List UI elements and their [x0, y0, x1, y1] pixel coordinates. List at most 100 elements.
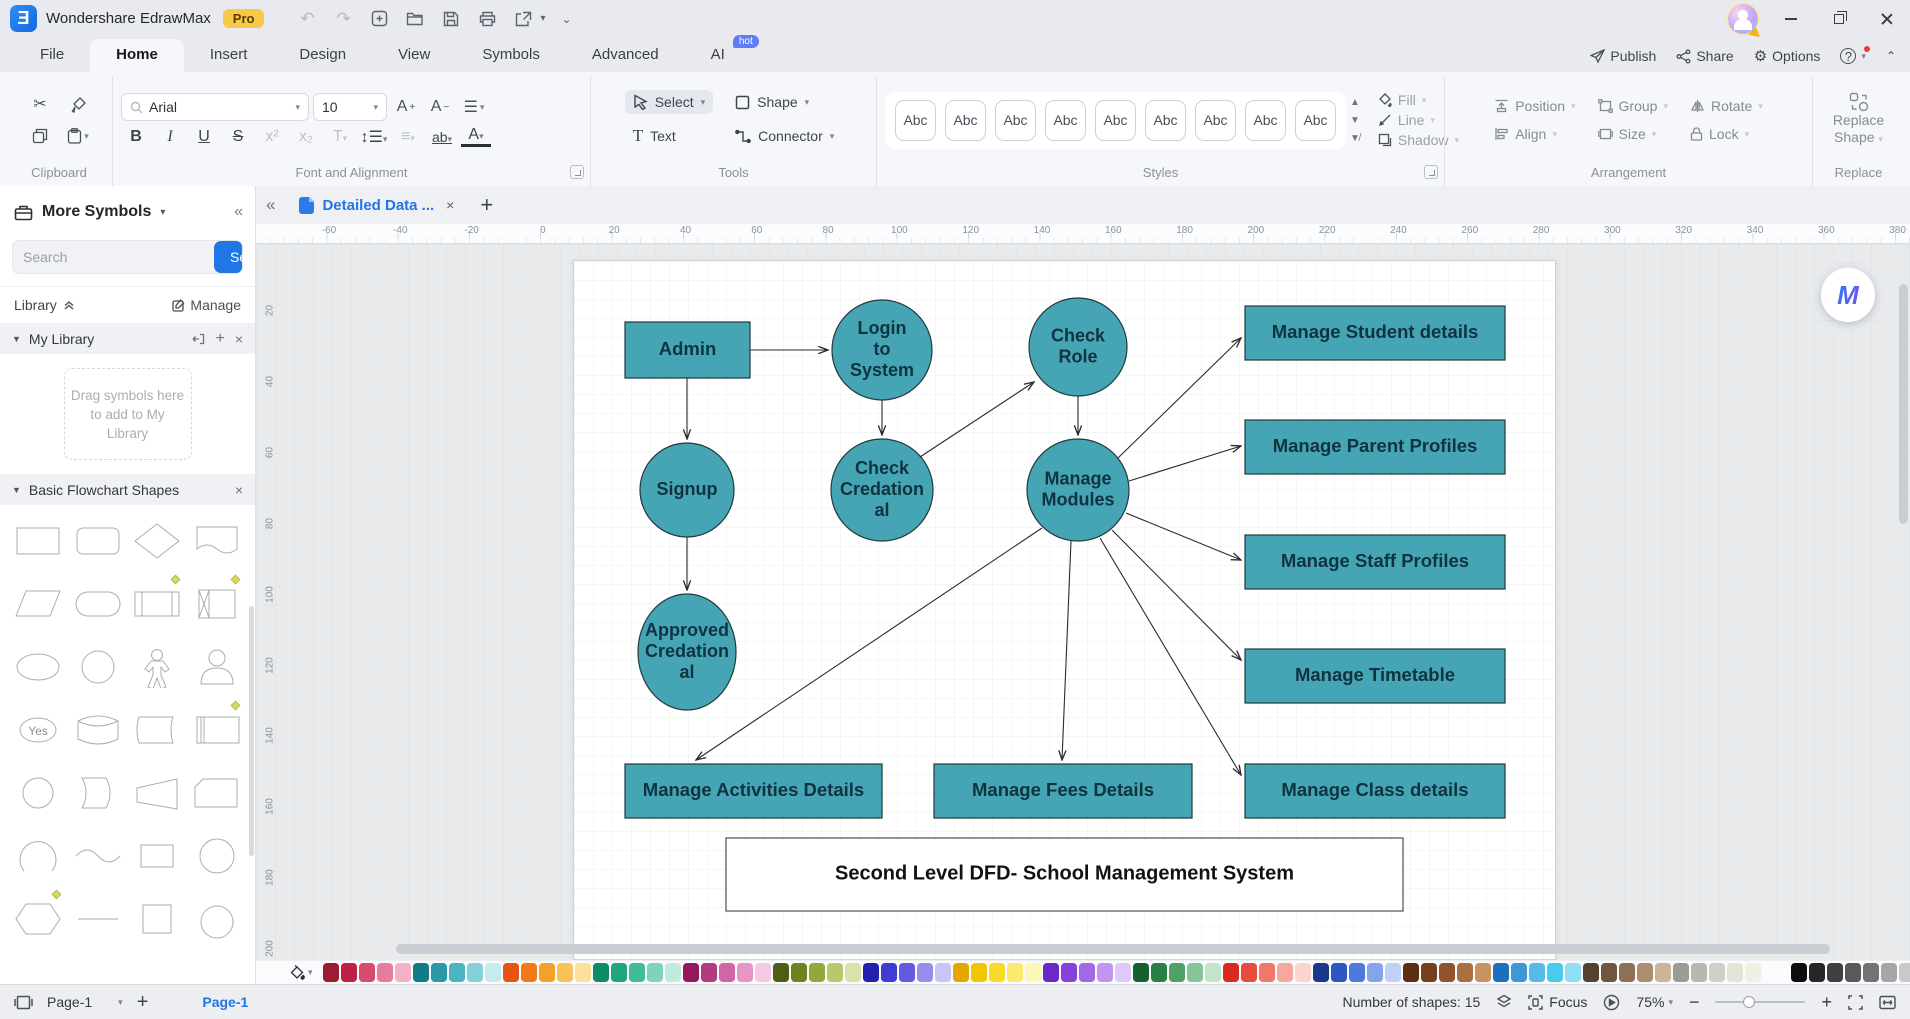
palette-color-swatch[interactable] [1241, 963, 1257, 982]
shape-arc[interactable] [8, 826, 68, 885]
add-library-icon[interactable]: + [215, 330, 224, 348]
palette-color-swatch[interactable] [395, 963, 411, 982]
palette-color-swatch[interactable] [1709, 963, 1725, 982]
shape-circle-cut[interactable] [187, 889, 247, 948]
shape-small-rect[interactable] [128, 826, 188, 885]
shape-striped-rectangle[interactable] [187, 700, 247, 759]
shape-predefined-process[interactable] [128, 574, 188, 633]
style-swatch[interactable]: Abc [945, 100, 986, 141]
palette-color-swatch[interactable] [413, 963, 429, 982]
palette-color-swatch[interactable] [899, 963, 915, 982]
window-minimize-button[interactable] [1776, 7, 1806, 31]
palette-color-swatch[interactable] [449, 963, 465, 982]
palette-color-swatch[interactable] [1007, 963, 1023, 982]
symbol-search-button[interactable]: Search [214, 241, 243, 273]
layers-icon[interactable] [1496, 994, 1512, 1010]
palette-color-swatch[interactable] [953, 963, 969, 982]
palette-color-swatch[interactable] [503, 963, 519, 982]
palette-color-swatch[interactable] [1097, 963, 1113, 982]
style-swatch[interactable]: Abc [1195, 100, 1236, 141]
shape-tool-button[interactable]: Shape▾ [727, 90, 842, 114]
options-button[interactable]: ⚙ Options [1754, 47, 1821, 65]
panel-collapse-icon[interactable]: « [266, 195, 273, 215]
palette-color-swatch[interactable] [917, 963, 933, 982]
style-swatch[interactable]: Abc [1045, 100, 1086, 141]
palette-color-swatch[interactable] [827, 963, 843, 982]
zoom-slider[interactable] [1715, 1001, 1805, 1003]
palette-color-swatch[interactable] [1529, 963, 1545, 982]
diagram-edge[interactable] [1126, 513, 1241, 560]
zoom-level-select[interactable]: 75% ▾ [1636, 994, 1673, 1010]
vertical-scrollbar[interactable] [1899, 254, 1908, 944]
palette-color-swatch[interactable] [1863, 963, 1879, 982]
palette-color-swatch[interactable] [593, 963, 609, 982]
shape-square[interactable] [128, 889, 188, 948]
palette-color-swatch[interactable] [1331, 963, 1347, 982]
shape-database[interactable] [68, 700, 128, 759]
shape-rectangle[interactable] [8, 511, 68, 570]
styles-dialog-launcher-icon[interactable] [1424, 165, 1438, 179]
redo-icon[interactable]: ↷ [328, 6, 358, 32]
group-button[interactable]: Group▾ [1598, 98, 1668, 114]
sidebar-collapse-icon[interactable]: « [234, 203, 241, 221]
diagram-edge[interactable] [920, 382, 1034, 457]
palette-color-swatch[interactable] [791, 963, 807, 982]
bold-icon[interactable]: B [121, 128, 151, 146]
shape-circle-small[interactable] [8, 763, 68, 822]
collapse-all-icon[interactable] [63, 299, 75, 311]
palette-color-swatch[interactable] [665, 963, 681, 982]
palette-color-swatch[interactable] [557, 963, 573, 982]
palette-color-swatch[interactable] [1583, 963, 1599, 982]
ai-assistant-bubble[interactable]: M [1821, 268, 1875, 322]
close-basic-shapes-icon[interactable]: × [235, 482, 243, 498]
zoom-in-button[interactable]: + [1821, 992, 1832, 1013]
menu-tab-home[interactable]: Home [90, 39, 184, 72]
palette-color-swatch[interactable] [719, 963, 735, 982]
italic-icon[interactable]: I [155, 128, 185, 146]
font-family-select[interactable]: Arial ▾ [121, 93, 309, 121]
fill-color-bucket-button[interactable]: ▾ [290, 965, 313, 981]
cut-icon[interactable]: ✂ [25, 90, 55, 118]
palette-color-swatch[interactable] [1169, 963, 1185, 982]
sidebar-scrollbar[interactable] [249, 606, 254, 856]
drawing-canvas[interactable]: AdminLogintoSystemCheckRoleSignupCheckCr… [256, 244, 1910, 960]
palette-color-swatch[interactable] [1899, 963, 1910, 982]
palette-color-swatch[interactable] [1223, 963, 1239, 982]
palette-color-swatch[interactable] [1547, 963, 1563, 982]
palette-color-swatch[interactable] [1403, 963, 1419, 982]
import-library-icon[interactable] [192, 333, 205, 345]
shape-diamond[interactable] [128, 511, 188, 570]
style-swatch[interactable]: Abc [1245, 100, 1286, 141]
share-button[interactable]: Share [1676, 48, 1733, 64]
palette-color-swatch[interactable] [431, 963, 447, 982]
palette-color-swatch[interactable] [1421, 963, 1437, 982]
shape-ellipse[interactable] [8, 637, 68, 696]
palette-color-swatch[interactable] [1691, 963, 1707, 982]
close-library-icon[interactable]: × [235, 331, 243, 347]
style-gallery-up-icon[interactable]: ▲ [1350, 97, 1360, 108]
position-button[interactable]: Position▾ [1494, 98, 1575, 114]
diagram-edge[interactable] [1062, 541, 1071, 760]
shape-drum[interactable] [68, 763, 128, 822]
shape-person[interactable] [128, 637, 188, 696]
palette-color-swatch[interactable] [863, 963, 879, 982]
palette-color-swatch[interactable] [737, 963, 753, 982]
select-tool-button[interactable]: Select▾ [625, 90, 713, 114]
shape-user[interactable] [187, 637, 247, 696]
rotate-button[interactable]: Rotate▾ [1690, 98, 1763, 114]
menu-tab-file[interactable]: File [14, 39, 90, 72]
zoom-slider-knob[interactable] [1743, 996, 1755, 1008]
shape-yes-oval[interactable]: Yes [8, 700, 68, 759]
my-library-section-header[interactable]: ▼ My Library + × [0, 323, 255, 354]
save-icon[interactable] [436, 6, 466, 32]
palette-color-swatch[interactable] [1727, 963, 1743, 982]
palette-color-swatch[interactable] [845, 963, 861, 982]
basic-shapes-section-header[interactable]: ▼ Basic Flowchart Shapes × [0, 474, 255, 505]
horizontal-scrollbar-thumb[interactable] [396, 944, 1830, 954]
document-tab-close-icon[interactable]: × [446, 197, 454, 213]
palette-color-swatch[interactable] [1637, 963, 1653, 982]
decrease-font-icon[interactable]: A− [425, 93, 455, 121]
palette-color-swatch[interactable] [701, 963, 717, 982]
diagram-edge[interactable] [696, 528, 1042, 760]
shape-trapezoid[interactable] [128, 763, 188, 822]
